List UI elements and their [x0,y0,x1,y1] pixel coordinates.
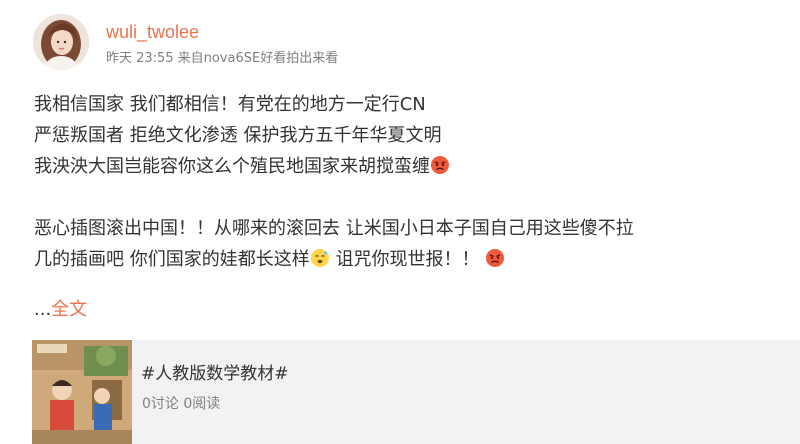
topic-thumbnail[interactable] [32,340,132,444]
content-line: 严惩叛国者 拒绝文化渗透 保护我方五千年华夏文明 [34,125,442,146]
author-name[interactable]: wuli_twolee [106,21,199,43]
post-source[interactable]: nova6SE好看拍出来看 [204,51,339,66]
content-text: 诅咒你现世报！！ [329,249,480,270]
avatar-image [33,14,89,70]
textbook-cover-image [32,340,132,444]
post-meta: 昨天 23:55 来自nova6SE好看拍出来看 [106,50,342,68]
weibo-post: wuli_twolee 昨天 23:55 来自nova6SE好看拍出来看 我相信国… [0,0,800,444]
ellipsis: ... [34,299,52,320]
source-prefix: 来自 [177,51,204,66]
angry-face-icon [485,247,505,267]
embarrassed-face-icon [310,247,330,267]
topic-stats: 0讨论 0阅读 [142,396,221,412]
content-text: 几的插画吧 你们国家的娃都长这样 [34,249,310,270]
expand-full-text: ...全文 [34,298,87,322]
topic-card[interactable]: #人教版数学教材# 0讨论 0阅读 [32,340,800,444]
content-line-with-emoji: 我泱泱大国岂能容你这么个殖民地国家来胡搅蛮缠 [34,151,774,182]
content-text: 我泱泱大国岂能容你这么个殖民地国家来胡搅蛮缠 [34,156,430,177]
topic-title[interactable]: #人教版数学教材# [141,363,289,385]
post-content: 我相信国家 我们都相信！有党在的地方一定行CN 严惩叛国者 拒绝文化渗透 保护我… [34,89,774,275]
post-time[interactable]: 昨天 23:55 [106,51,174,66]
avatar[interactable] [33,14,89,70]
content-line: 恶心插图滚出中国！！从哪来的滚回去 让米国小日本子国自己用这些傻不拉 [34,218,634,239]
full-text-link[interactable]: 全文 [51,299,87,320]
content-line-with-emoji: 几的插画吧 你们国家的娃都长这样 诅咒你现世报！！ [34,244,774,275]
content-line: 我相信国家 我们都相信！有党在的地方一定行CN [34,94,426,115]
angry-face-icon [430,154,450,174]
